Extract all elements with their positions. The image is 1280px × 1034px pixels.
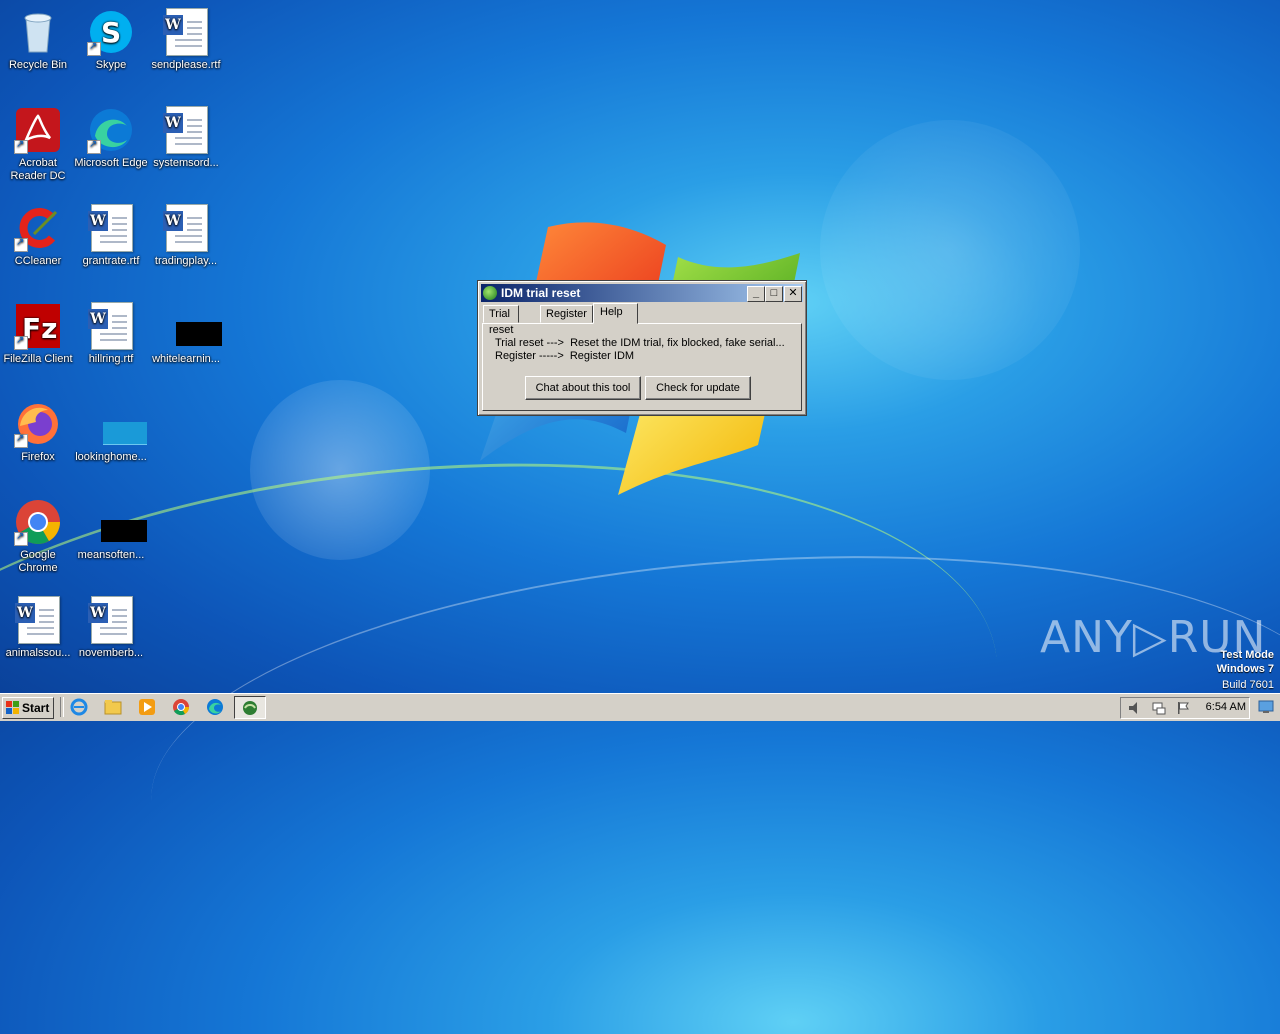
desktop-icon-novemberb[interactable]: W novemberb...	[73, 596, 149, 660]
edge-icon	[87, 106, 135, 154]
windows-version-label: Windows 7	[1216, 663, 1274, 675]
desktop-icon-whitelearnin[interactable]: whitelearnin...	[148, 302, 224, 366]
windows-flag-icon	[6, 701, 19, 714]
desktop-icon-firefox[interactable]: Firefox	[0, 400, 76, 464]
word-document-icon: W	[87, 204, 135, 252]
word-document-icon: W	[162, 106, 210, 154]
icon-label: Firefox	[21, 451, 55, 463]
minimize-button[interactable]: _	[747, 286, 765, 302]
show-desktop-icon[interactable]	[1258, 699, 1274, 715]
icon-label: hillring.rtf	[88, 353, 134, 365]
dark-thumbnail-icon	[87, 498, 147, 546]
desktop-icon-filezilla[interactable]: Fz FileZilla Client	[0, 302, 76, 366]
recycle-bin-icon	[14, 8, 62, 56]
icon-label: Acrobat Reader DC	[10, 157, 66, 182]
volume-icon[interactable]	[1127, 700, 1143, 716]
action-center-flag-icon[interactable]	[1175, 700, 1191, 716]
tab-register[interactable]: Register	[540, 305, 593, 323]
idm-app-icon	[483, 286, 497, 300]
icon-label: tradingplay...	[154, 255, 218, 267]
build-label: Build 7601	[1222, 679, 1274, 691]
icon-label: Microsoft Edge	[74, 157, 148, 169]
window-titlebar[interactable]: IDM trial reset _ □ ✕	[481, 284, 803, 302]
icon-label: grantrate.rtf	[82, 255, 140, 267]
acrobat-icon	[14, 106, 62, 154]
desktop-icon-acrobat[interactable]: Acrobat Reader DC	[0, 106, 76, 183]
start-button[interactable]: Start	[2, 697, 54, 719]
word-document-icon: W	[87, 302, 135, 350]
desktop-icon-systemsord[interactable]: W systemsord...	[148, 106, 224, 170]
help-text-register: Register -----> Register IDM	[495, 350, 635, 362]
chat-about-tool-button[interactable]: Chat about this tool	[525, 376, 641, 400]
taskbar-clock[interactable]: 6:54 AM	[1206, 697, 1246, 717]
icon-label: whitelearnin...	[152, 353, 220, 365]
icon-label: systemsord...	[153, 157, 219, 169]
help-tab-panel: Trial reset ---> Reset the IDM trial, fi…	[482, 323, 802, 411]
desktop-icon-skype[interactable]: S Skype	[73, 8, 149, 72]
test-mode-label: Test Mode	[1220, 649, 1274, 661]
skype-icon: S	[87, 8, 135, 56]
help-text-trial-reset: Trial reset ---> Reset the IDM trial, fi…	[495, 337, 785, 349]
tab-help[interactable]: Help	[593, 303, 638, 324]
background-glow	[820, 120, 1080, 380]
desktop-icon-tradingplay[interactable]: W tradingplay...	[148, 204, 224, 268]
close-button[interactable]: ✕	[784, 286, 802, 302]
firefox-icon	[14, 400, 62, 448]
maximize-button[interactable]: □	[765, 286, 783, 302]
chrome-icon[interactable]	[172, 698, 190, 716]
desktop-icon-sendplease[interactable]: W sendplease.rtf	[148, 8, 224, 72]
word-document-icon: W	[162, 8, 210, 56]
desktop-icon-animalssou[interactable]: W animalssou...	[0, 596, 76, 660]
desktop-icon-ccleaner[interactable]: CCleaner	[0, 204, 76, 268]
taskbar: Start 6:54 AM	[0, 693, 1280, 721]
desktop-icon-chrome[interactable]: Google Chrome	[0, 498, 76, 575]
idm-trial-reset-window: IDM trial reset _ □ ✕ Trial reset Regist…	[477, 280, 807, 416]
ccleaner-icon	[14, 204, 62, 252]
internet-explorer-icon[interactable]	[70, 698, 88, 716]
tab-trial-reset[interactable]: Trial reset	[483, 305, 520, 336]
word-document-icon: W	[87, 596, 135, 644]
svg-text:S: S	[101, 16, 121, 49]
desktop-icon-recycle-bin[interactable]: Recycle Bin	[0, 8, 76, 72]
window-title: IDM trial reset	[501, 286, 581, 300]
idm-reset-icon	[243, 701, 257, 715]
icon-label: FileZilla Client	[3, 353, 73, 365]
check-for-update-button[interactable]: Check for update	[645, 376, 751, 400]
icon-label: CCleaner	[14, 255, 62, 267]
desktop-icon-meansoften[interactable]: meansoften...	[73, 498, 149, 562]
desktop-icon-grantrate[interactable]: W grantrate.rtf	[73, 204, 149, 268]
word-document-icon: W	[162, 204, 210, 252]
network-icon[interactable]	[1151, 700, 1167, 716]
icon-label: Recycle Bin	[8, 59, 68, 71]
icon-label: meansoften...	[77, 549, 145, 561]
dark-thumbnail-icon	[162, 302, 222, 350]
blank-thumbnail-icon	[87, 400, 147, 448]
icon-label: novemberb...	[78, 647, 144, 659]
chrome-icon	[14, 498, 62, 546]
media-player-icon[interactable]	[138, 698, 156, 716]
edge-icon[interactable]	[206, 698, 224, 716]
desktop-icon-lookinghome[interactable]: lookinghome...	[73, 400, 149, 464]
word-document-icon: W	[14, 596, 62, 644]
taskbar-active-window-button[interactable]	[234, 696, 266, 719]
icon-label: animalssou...	[5, 647, 71, 659]
desktop-icon-edge[interactable]: Microsoft Edge	[73, 106, 149, 170]
taskbar-separator	[60, 697, 64, 717]
start-label: Start	[22, 701, 50, 715]
filezilla-icon: Fz	[14, 302, 62, 350]
explorer-folder-icon[interactable]	[104, 698, 122, 716]
icon-label: lookinghome...	[75, 451, 147, 463]
icon-label: Google Chrome	[18, 549, 58, 574]
desktop-icon-hillring[interactable]: W hillring.rtf	[73, 302, 149, 366]
icon-label: sendplease.rtf	[151, 59, 221, 71]
icon-label: Skype	[95, 59, 127, 71]
